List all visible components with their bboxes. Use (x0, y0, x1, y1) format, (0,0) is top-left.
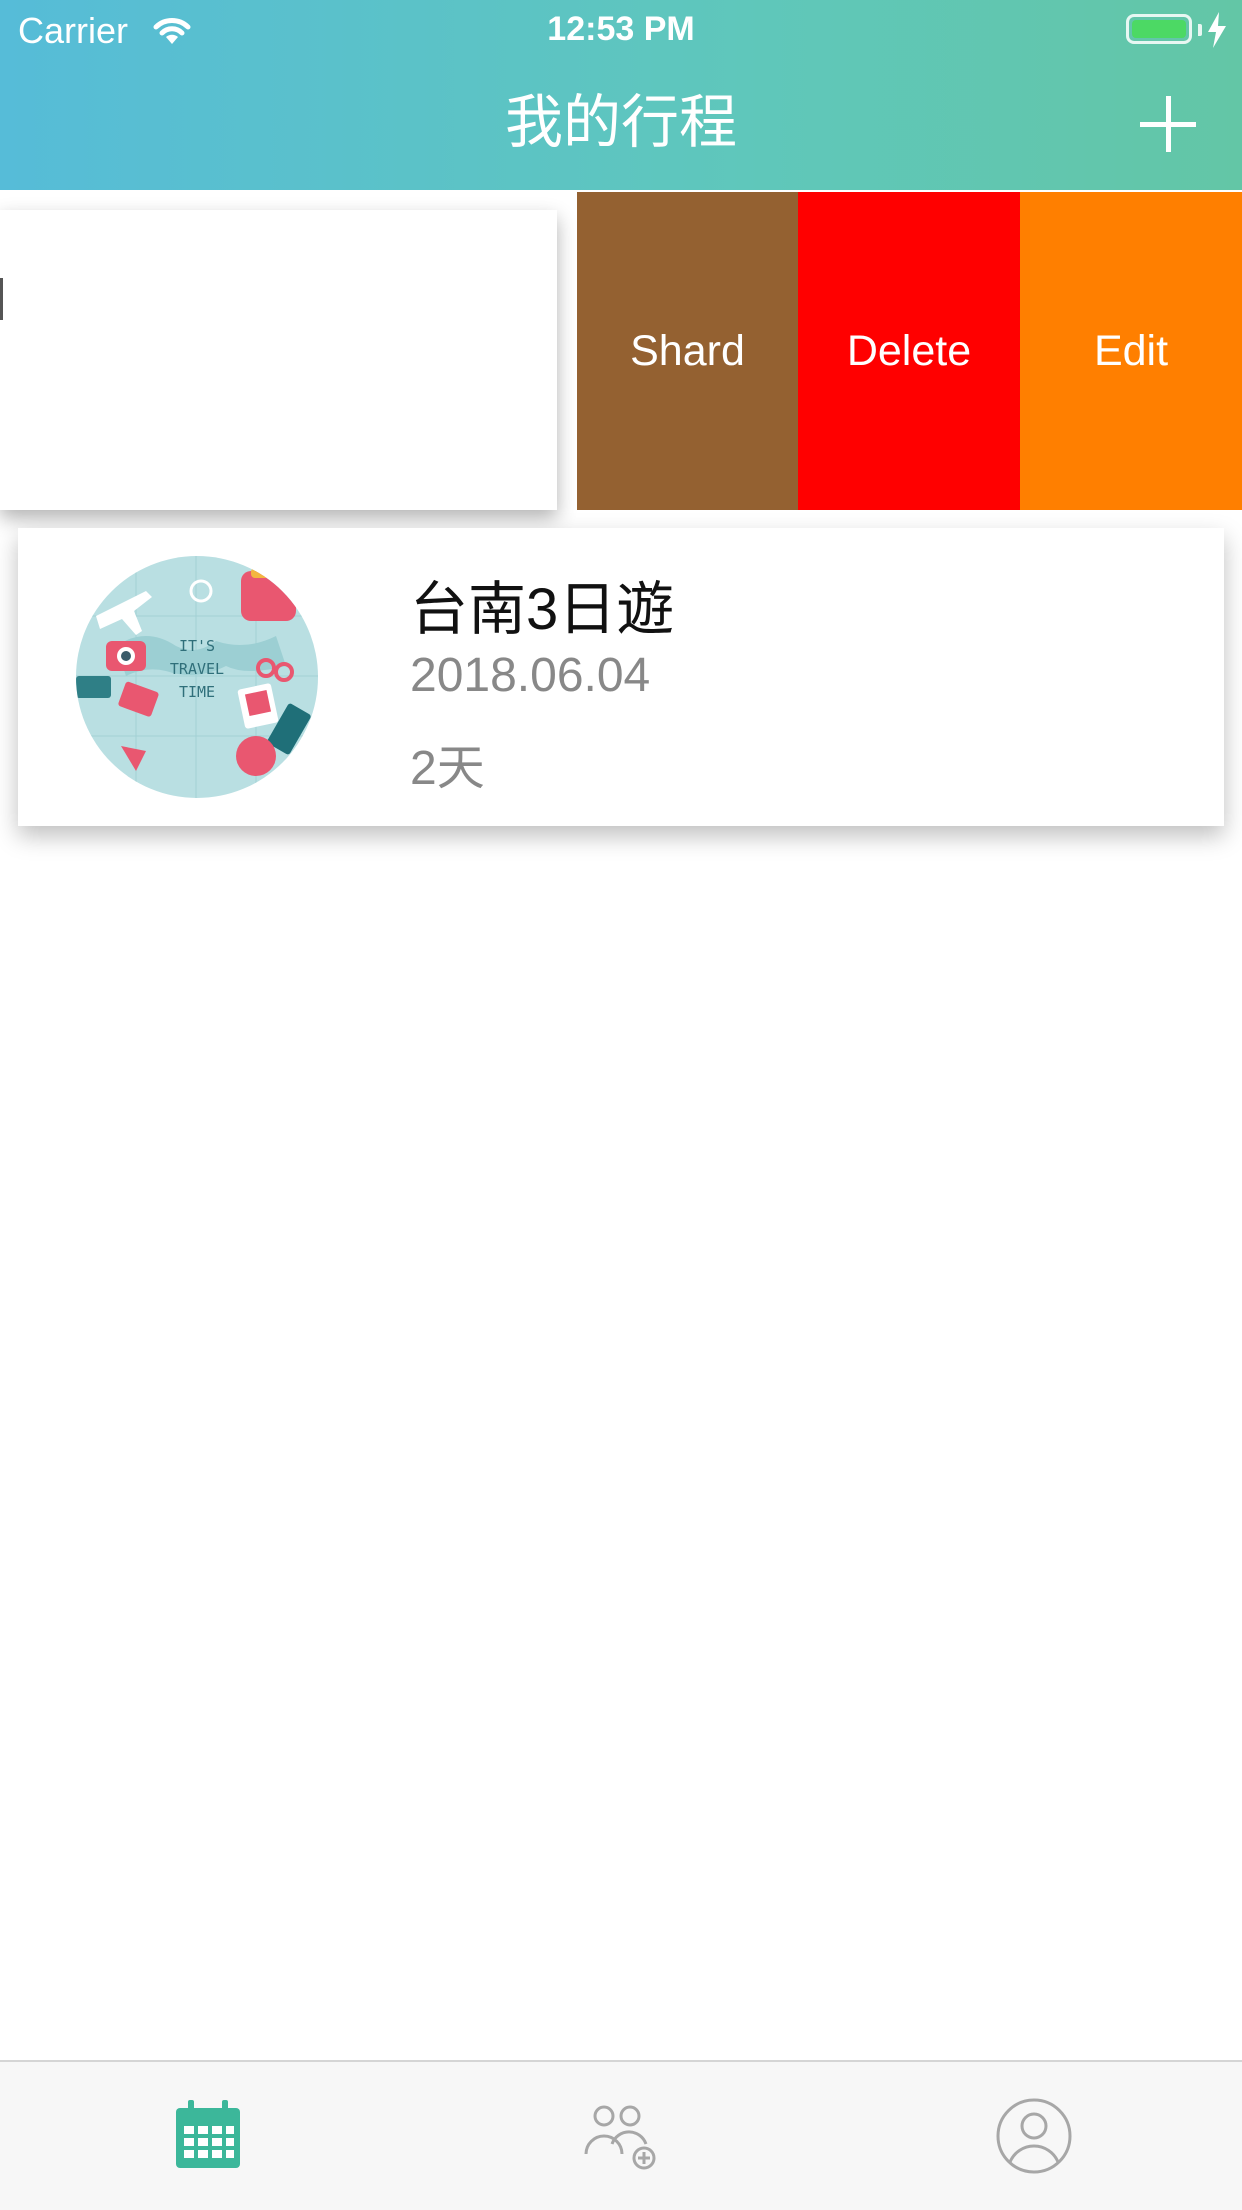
trip-card[interactable]: IT'S TRAVEL TIME 台南3日遊 2018.06.04 2天 (18, 528, 1224, 826)
battery-icon (1126, 14, 1192, 44)
trip-date: 2018.06.04 (410, 649, 651, 702)
edit-button[interactable]: Edit (1020, 192, 1242, 510)
swiped-trip-row[interactable]: Shard Delete Edit (0, 190, 1242, 510)
charging-bolt-icon (1208, 12, 1226, 48)
thumb-text-line2: TRAVEL (170, 660, 224, 678)
tab-bar (0, 2060, 1242, 2210)
battery-tip (1198, 24, 1202, 36)
page-title: 我的行程 (504, 90, 737, 155)
status-bar: Carrier 12:53 PM (0, 0, 1242, 60)
calendar-icon[interactable] (168, 2096, 248, 2176)
travel-thumbnail: IT'S TRAVEL TIME (76, 556, 318, 798)
add-trip-button[interactable] (1134, 90, 1202, 158)
text-cursor (0, 278, 3, 320)
trip-card-swiped[interactable] (0, 210, 557, 510)
group-add-icon[interactable] (580, 2096, 660, 2176)
thumb-text-line1: IT'S (179, 637, 215, 655)
app-header: Carrier 12:53 PM 我的行程 (0, 0, 1242, 190)
trip-duration: 2天 (410, 742, 485, 795)
trip-title: 台南3日遊 (410, 577, 675, 642)
thumb-text-line3: TIME (179, 683, 215, 701)
delete-button[interactable]: Delete (798, 192, 1020, 510)
status-time: 12:53 PM (547, 10, 695, 48)
shard-button[interactable]: Shard (577, 192, 798, 510)
profile-icon[interactable] (994, 2096, 1074, 2176)
